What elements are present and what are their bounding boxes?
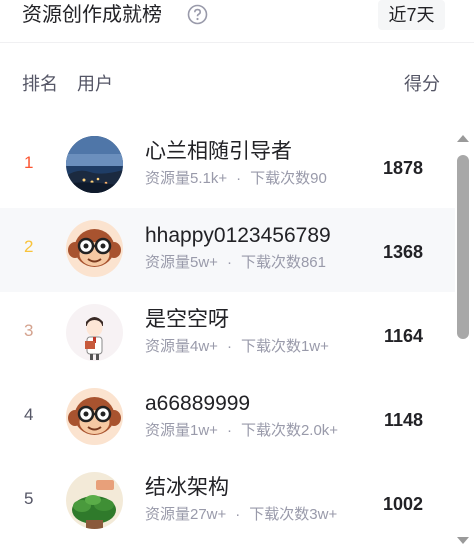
question-circle-icon[interactable]	[187, 4, 208, 25]
resource-count: 资源量27w+	[145, 506, 227, 523]
user-stats: 资源量4w+ · 下载次数1w+	[145, 337, 329, 357]
ranking-row[interactable]: 3 是空空呀 资源量4w+ · 下载次数1w+ 1164	[0, 292, 455, 376]
download-count: 下载次数2.0k+	[240, 422, 339, 439]
monkey-glasses-avatar[interactable]	[66, 388, 123, 445]
user-name[interactable]: 是空空呀	[145, 306, 229, 334]
separator-dot: ·	[235, 506, 241, 523]
score-value: 1368	[382, 242, 423, 262]
rank-number: 4	[24, 405, 34, 424]
score-value: 1164	[383, 326, 423, 346]
ranking-row[interactable]: 5 结冰架构 资源量27w+ · 下载次数3w+ 1002	[0, 460, 455, 544]
user-name[interactable]: a66889999	[145, 390, 250, 418]
night-coast-avatar[interactable]	[66, 136, 123, 193]
scroll-down-arrow-icon[interactable]	[457, 537, 469, 544]
column-header-score: 得分	[404, 74, 440, 94]
resource-count: 资源量4w+	[145, 338, 218, 355]
user-stats: 资源量27w+ · 下载次数3w+	[145, 505, 337, 525]
user-stats: 资源量1w+ · 下载次数2.0k+	[145, 421, 338, 441]
download-count: 下载次数861	[240, 254, 326, 271]
separator-dot: ·	[226, 422, 232, 439]
separator-dot: ·	[226, 254, 232, 271]
download-count: 下载次数1w+	[240, 338, 329, 355]
user-stats: 资源量5w+ · 下载次数861	[145, 253, 326, 273]
resource-count: 资源量5w+	[145, 254, 218, 271]
ranking-row[interactable]: 4 a66889999 资源量1w+ · 下载次数2.0k+ 1148	[0, 376, 455, 460]
user-stats: 资源量5.1k+ · 下载次数90	[145, 169, 327, 189]
rank-number: 2	[24, 237, 34, 256]
score-value: 1002	[382, 494, 423, 514]
score-value: 1878	[382, 158, 423, 178]
monkey-glasses-avatar[interactable]	[66, 220, 123, 277]
scroll-up-arrow-icon[interactable]	[457, 135, 469, 142]
header: 资源创作成就榜 近7天	[0, 0, 474, 40]
resource-count: 资源量1w+	[145, 422, 218, 439]
scrollbar-thumb[interactable]	[457, 155, 469, 339]
rank-number: 1	[24, 153, 34, 172]
download-count: 下载次数90	[250, 170, 327, 187]
rank-number: 5	[24, 489, 34, 508]
user-name[interactable]: hhappy0123456789	[145, 222, 331, 250]
rank-number: 3	[24, 321, 34, 340]
green-plant-avatar[interactable]	[66, 472, 123, 529]
cartoon-boy-avatar[interactable]	[66, 304, 123, 361]
user-name[interactable]: 结冰架构	[145, 474, 229, 502]
separator-dot: ·	[226, 338, 232, 355]
ranking-list: 1 心兰相随引导者 资源量5.1k+ · 下载次数90 1878 2 hhappy	[0, 124, 455, 548]
ranking-row[interactable]: 2 hhappy0123456789 资源量5w+ · 下载次数861 1368	[0, 208, 455, 292]
header-divider	[0, 42, 474, 43]
resource-count: 资源量5.1k+	[145, 170, 228, 187]
user-name[interactable]: 心兰相随引导者	[145, 138, 292, 166]
score-value: 1148	[383, 410, 423, 430]
vertical-scrollbar[interactable]	[455, 131, 471, 548]
period-filter-button[interactable]: 近7天	[378, 0, 445, 30]
column-header-rank: 排名	[22, 74, 58, 94]
separator-dot: ·	[236, 170, 242, 187]
ranking-row[interactable]: 1 心兰相随引导者 资源量5.1k+ · 下载次数90 1878	[0, 124, 455, 208]
column-header-user: 用户	[77, 74, 113, 94]
page-title: 资源创作成就榜	[22, 4, 162, 26]
download-count: 下载次数3w+	[249, 506, 338, 523]
